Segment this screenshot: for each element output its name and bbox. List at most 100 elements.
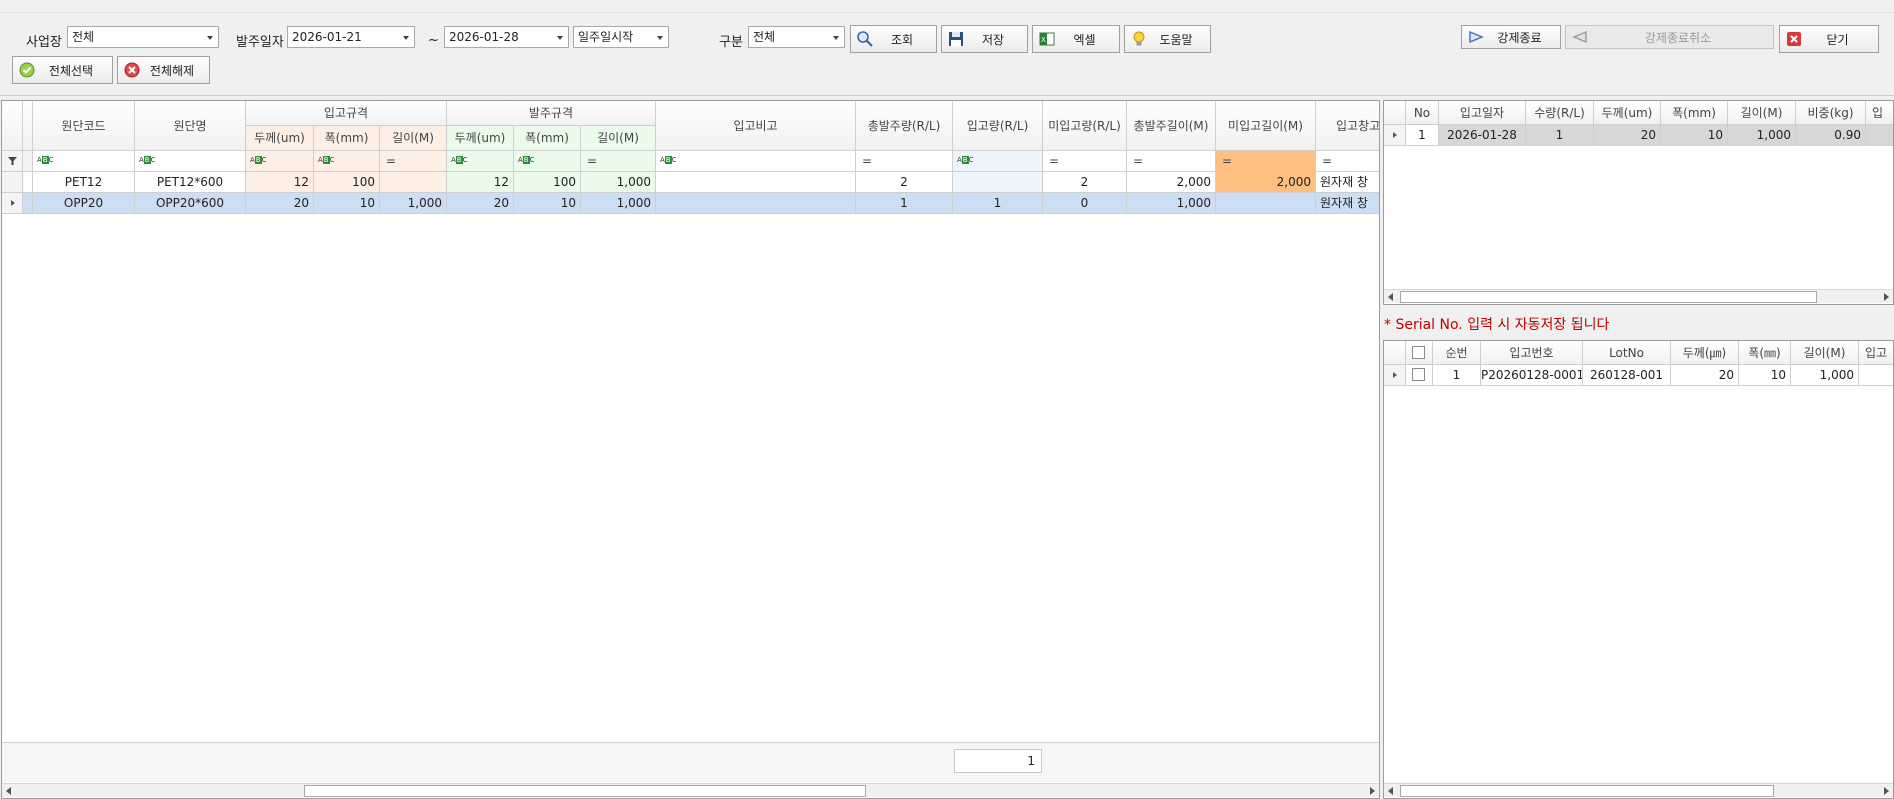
row-check[interactable]	[23, 172, 33, 193]
serial-row-check-cell[interactable]	[1406, 365, 1433, 386]
col-header-in-thickness[interactable]: 두께(um)	[246, 126, 314, 151]
col-header-in-qty[interactable]: 입고량(R/L)	[953, 101, 1043, 151]
detail-col-qty[interactable]: 수량(R/L)	[1526, 101, 1594, 125]
serial-col-extra[interactable]: 입고	[1859, 341, 1893, 365]
scroll-thumb[interactable]	[1400, 785, 1774, 797]
serial-cell-lot[interactable]: 260128-001	[1583, 365, 1671, 386]
col-header-in-width[interactable]: 폭(mm)	[314, 126, 380, 151]
cell-order-length[interactable]: 1,000	[581, 193, 656, 214]
scroll-right-icon[interactable]	[1884, 293, 1889, 301]
cell-in-width[interactable]: 100	[314, 172, 380, 193]
cell-order-thickness[interactable]: 20	[447, 193, 514, 214]
week-option-combo[interactable]: 일주일시작	[573, 26, 669, 48]
scroll-left-icon[interactable]	[6, 787, 11, 795]
scroll-left-icon[interactable]	[1388, 293, 1393, 301]
select-all-checkbox[interactable]	[1412, 346, 1425, 359]
detail-cell-width[interactable]: 10	[1661, 125, 1728, 146]
cell-total-order-qty[interactable]: 1	[856, 193, 953, 214]
serial-select-all-cell[interactable]	[1406, 341, 1433, 365]
col-header-name[interactable]: 원단명	[135, 101, 246, 151]
cell-remark[interactable]	[656, 193, 856, 214]
cell-order-width[interactable]: 100	[514, 172, 581, 193]
serial-cell-extra[interactable]	[1859, 365, 1893, 386]
cell-order-length[interactable]: 1,000	[581, 172, 656, 193]
serial-col-thickness[interactable]: 두께(㎛)	[1671, 341, 1739, 365]
cell-warehouse[interactable]: 원자재 창	[1316, 172, 1379, 193]
select-all-button[interactable]: 전체선택	[12, 56, 113, 84]
detail-col-length[interactable]: 길이(M)	[1728, 101, 1796, 125]
detail-cell-weight[interactable]: 0.90	[1796, 125, 1866, 146]
cell-in-qty[interactable]: 1	[953, 193, 1043, 214]
scroll-left-icon[interactable]	[1388, 787, 1393, 795]
col-header-order-length[interactable]: 길이(M)	[581, 126, 656, 151]
cell-code[interactable]: PET12	[33, 172, 135, 193]
serial-col-width[interactable]: 폭(㎜)	[1739, 341, 1791, 365]
filter-in-thickness[interactable]: ABC	[246, 151, 314, 172]
detail-cell-extra[interactable]	[1866, 125, 1893, 146]
row-check[interactable]	[23, 193, 33, 214]
filter-not-in-qty[interactable]: =	[1043, 151, 1127, 172]
col-header-not-in-len[interactable]: 미입고길이(M)	[1216, 101, 1316, 151]
row-indicator[interactable]	[2, 172, 23, 193]
serial-cell-seq[interactable]: 1	[1433, 365, 1481, 386]
cell-not-in-qty[interactable]: 0	[1043, 193, 1127, 214]
cell-remark[interactable]	[656, 172, 856, 193]
filter-total-order-len[interactable]: =	[1127, 151, 1216, 172]
cell-in-width[interactable]: 10	[314, 193, 380, 214]
filter-warehouse[interactable]: =	[1316, 151, 1379, 172]
row-checkbox[interactable]	[1412, 368, 1425, 381]
detail-col-width[interactable]: 폭(mm)	[1661, 101, 1728, 125]
cell-not-in-len[interactable]	[1216, 193, 1316, 214]
detail-col-weight[interactable]: 비중(kg)	[1796, 101, 1866, 125]
close-button[interactable]: 닫기	[1779, 25, 1879, 53]
serial-row-indicator[interactable]	[1384, 365, 1406, 386]
col-header-not-in-qty[interactable]: 미입고량(R/L)	[1043, 101, 1127, 151]
save-button[interactable]: 저장	[941, 25, 1028, 53]
filter-order-thickness[interactable]: ABC	[447, 151, 514, 172]
cell-not-in-qty[interactable]: 2	[1043, 172, 1127, 193]
deselect-all-button[interactable]: 전체해제	[117, 56, 210, 84]
detail-cell-no[interactable]: 1	[1406, 125, 1439, 146]
cell-total-order-len[interactable]: 2,000	[1127, 172, 1216, 193]
detail-cell-in-date[interactable]: 2026-01-28	[1439, 125, 1526, 146]
detail-cell-qty[interactable]: 1	[1526, 125, 1594, 146]
cell-total-order-len[interactable]: 1,000	[1127, 193, 1216, 214]
help-button[interactable]: 도움말	[1124, 25, 1211, 53]
serial-grid-hscrollbar[interactable]	[1384, 783, 1893, 797]
detail-cell-thickness[interactable]: 20	[1594, 125, 1661, 146]
filter-order-length[interactable]: =	[581, 151, 656, 172]
cell-order-width[interactable]: 10	[514, 193, 581, 214]
serial-cell-length[interactable]: 1,000	[1791, 365, 1859, 386]
cell-in-length[interactable]	[380, 172, 447, 193]
col-header-in-length[interactable]: 길이(M)	[380, 126, 447, 151]
filter-name[interactable]: ABC	[135, 151, 246, 172]
col-header-warehouse[interactable]: 입고창고	[1316, 101, 1379, 151]
serial-cell-in-no[interactable]: P20260128-0001	[1481, 365, 1583, 386]
filter-code[interactable]: ABC	[33, 151, 135, 172]
date-from-picker[interactable]: 2026-01-21	[287, 26, 415, 48]
filter-not-in-len[interactable]: =	[1216, 151, 1316, 172]
col-header-total-order-len[interactable]: 총발주길이(M)	[1127, 101, 1216, 151]
cell-name[interactable]: PET12*600	[135, 172, 246, 193]
col-header-order-thickness[interactable]: 두께(um)	[447, 126, 514, 151]
scroll-thumb[interactable]	[304, 785, 866, 797]
serial-col-lot[interactable]: LotNo	[1583, 341, 1671, 365]
serial-col-seq[interactable]: 순번	[1433, 341, 1481, 365]
detail-col-no[interactable]: No	[1406, 101, 1439, 125]
cell-in-length[interactable]: 1,000	[380, 193, 447, 214]
filter-order-width[interactable]: ABC	[514, 151, 581, 172]
row-indicator-current[interactable]	[2, 193, 23, 214]
cell-code[interactable]: OPP20	[33, 193, 135, 214]
col-header-code[interactable]: 원단코드	[33, 101, 135, 151]
serial-cell-thickness[interactable]: 20	[1671, 365, 1739, 386]
scroll-right-icon[interactable]	[1370, 787, 1375, 795]
search-button[interactable]: 조회	[850, 25, 937, 53]
force-close-button[interactable]: 강제종료	[1461, 25, 1561, 49]
detail-col-thickness[interactable]: 두께(um)	[1594, 101, 1661, 125]
col-header-total-order-qty[interactable]: 총발주량(R/L)	[856, 101, 953, 151]
detail-grid-hscrollbar[interactable]	[1384, 289, 1893, 303]
date-to-picker[interactable]: 2026-01-28	[444, 26, 569, 48]
cell-warehouse[interactable]: 원자재 창	[1316, 193, 1379, 214]
serial-col-in-no[interactable]: 입고번호	[1481, 341, 1583, 365]
filter-in-length[interactable]: =	[380, 151, 447, 172]
